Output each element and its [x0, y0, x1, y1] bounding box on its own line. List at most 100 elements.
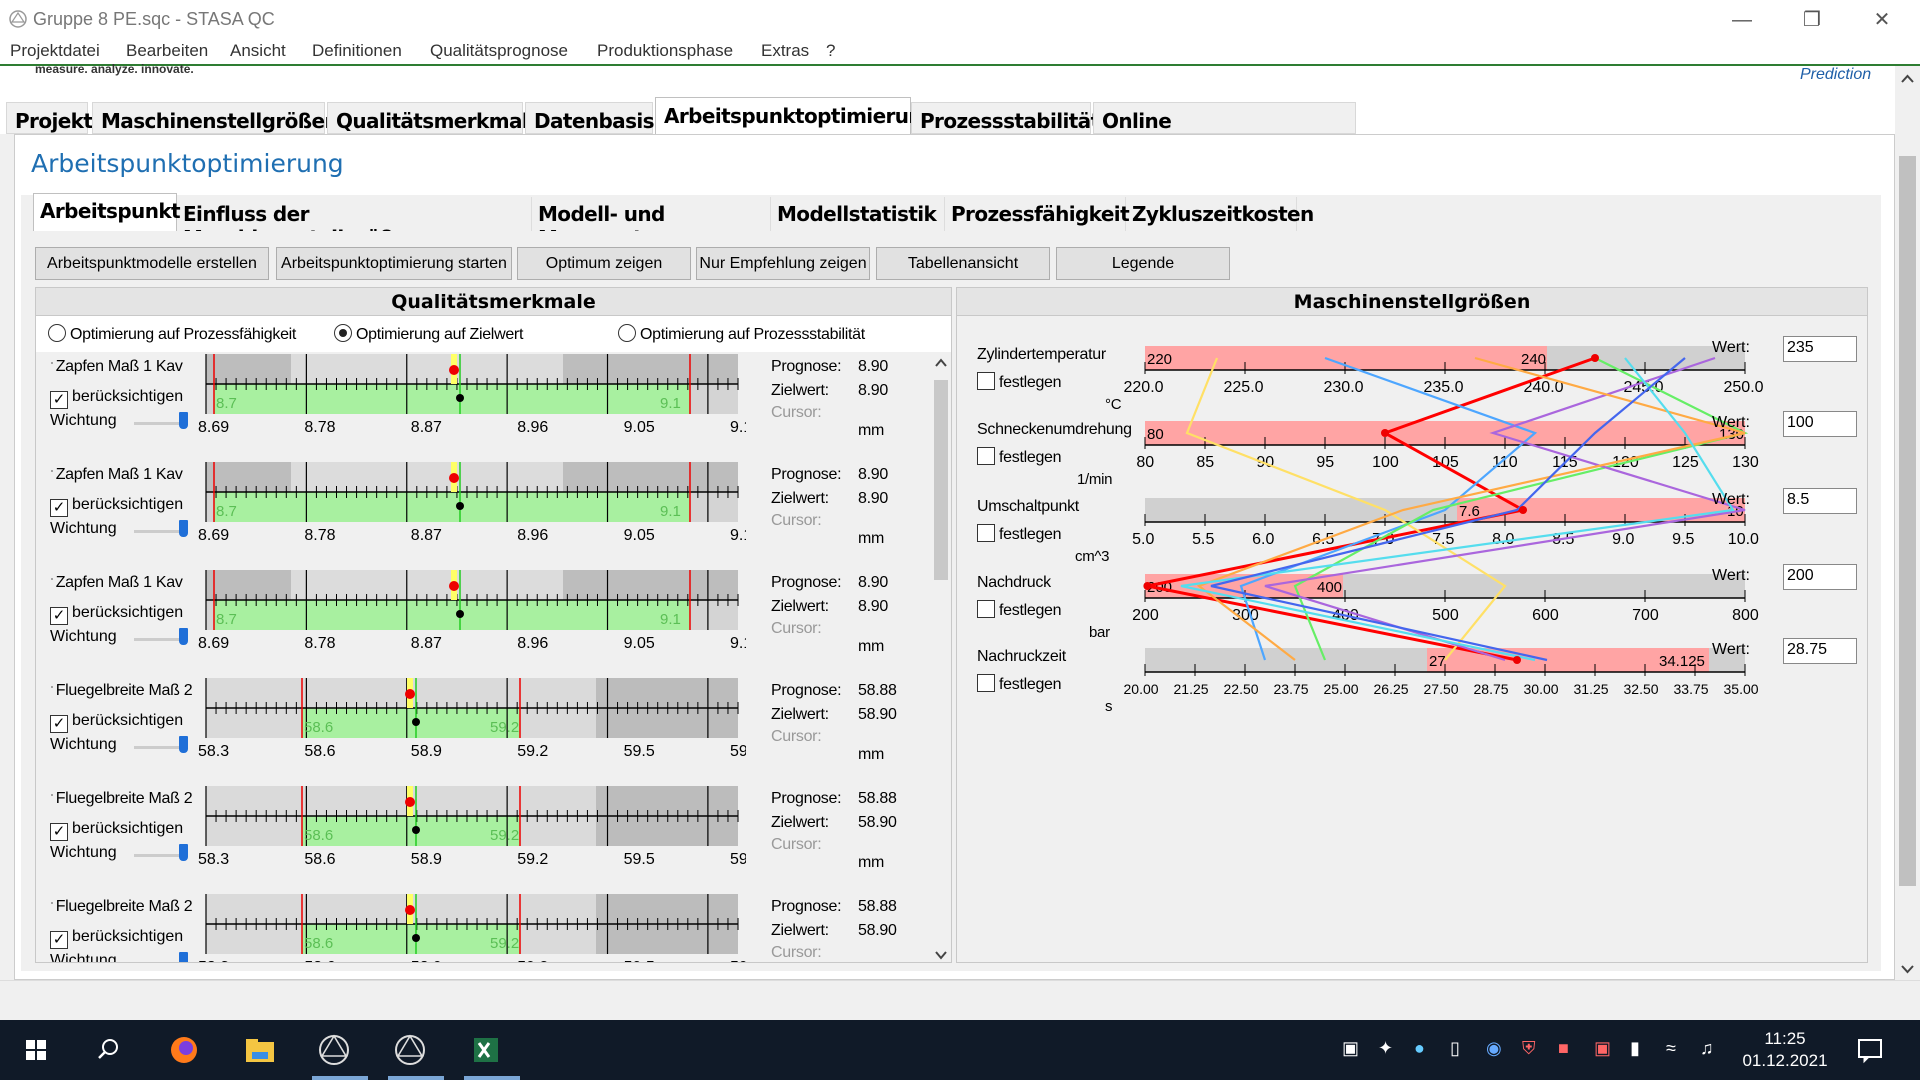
weight-slider-track[interactable]: [134, 638, 182, 641]
tray-app-icon[interactable]: ▣: [1594, 1038, 1611, 1059]
tray-shield-icon[interactable]: ⛨: [1522, 1038, 1536, 1059]
firefox-icon[interactable]: [162, 1030, 206, 1070]
quality-scroll-thumb[interactable]: [934, 380, 948, 580]
quality-scale[interactable]: 58.6 59.2 58.3 58.6 58.9 59.2 59.5 59.8: [196, 676, 746, 760]
consider-checkbox[interactable]: ✓ berücksichtigen: [50, 712, 183, 733]
weight-slider-track[interactable]: [134, 746, 182, 749]
wert-input[interactable]: 200: [1783, 564, 1857, 590]
optimum-zeigen-button[interactable]: Optimum zeigen: [517, 247, 691, 280]
consider-checkbox[interactable]: ✓ berücksichtigen: [50, 388, 183, 409]
checkbox-box[interactable]: ✓: [50, 391, 68, 409]
tray-volume-icon[interactable]: ♫: [1700, 1038, 1714, 1059]
checkbox-box[interactable]: [977, 674, 995, 692]
close-button[interactable]: ✕: [1860, 4, 1904, 36]
weight-slider-thumb[interactable]: [179, 520, 188, 537]
stasa-app-icon-2[interactable]: [388, 1030, 432, 1070]
quality-scale[interactable]: 58.6 59.2 58.3 58.6 58.9 59.2 59.5 59.8: [196, 784, 746, 868]
radio-prozessfaehigkeit[interactable]: Optimierung auf Prozessfähigkeit: [48, 324, 296, 344]
notification-icon[interactable]: [1856, 1036, 1884, 1064]
menu-extras[interactable]: Extras: [761, 41, 809, 61]
window-scroll-thumb[interactable]: [1899, 156, 1916, 886]
weight-slider-track[interactable]: [134, 854, 182, 857]
tab-maschinenstellgroessen[interactable]: Maschinenstellgrößen: [92, 102, 339, 134]
subtab-einfluss[interactable]: Einfluss der Maschinenstellgrößen: [177, 197, 532, 250]
arbeitspunktmodelle-erstellen-button[interactable]: Arbeitspunktmodelle erstellen: [35, 247, 269, 280]
window-scrollbar[interactable]: [1895, 66, 1920, 980]
window-scroll-up-icon[interactable]: [1901, 74, 1914, 84]
tray-globe-icon[interactable]: ◉: [1486, 1038, 1502, 1059]
tray-battery-icon[interactable]: ▮: [1630, 1038, 1640, 1059]
wert-input[interactable]: 235: [1783, 336, 1857, 362]
radio-prozessstabilitaet[interactable]: Optimierung auf Prozessstabilität: [618, 324, 865, 344]
consider-checkbox[interactable]: ✓ berücksichtigen: [50, 820, 183, 841]
quality-scrollbar[interactable]: [931, 352, 951, 962]
scroll-up-icon[interactable]: [935, 358, 947, 368]
checkbox-box[interactable]: [977, 447, 995, 465]
tray-wifi-icon[interactable]: ≈: [1666, 1038, 1676, 1059]
tab-prozessstabilitaet[interactable]: Prozessstabilität: [911, 102, 1100, 134]
weight-slider-track[interactable]: [134, 530, 182, 533]
file-explorer-icon[interactable]: [238, 1030, 282, 1070]
menu-ansicht[interactable]: Ansicht: [230, 41, 286, 61]
minimize-button[interactable]: —: [1720, 4, 1764, 36]
fix-checkbox[interactable]: festlegen: [977, 524, 1062, 544]
quality-scale[interactable]: 8.7 9.1 8.69 8.78 8.87 8.96 9.05 9.14: [196, 460, 746, 544]
subtab-arbeitspunkt[interactable]: Arbeitspunkt: [33, 193, 181, 231]
wert-input[interactable]: 28.75: [1783, 638, 1857, 664]
checkbox-box[interactable]: ✓: [50, 823, 68, 841]
fix-checkbox[interactable]: festlegen: [977, 447, 1062, 467]
subtab-modellstatistik[interactable]: Modellstatistik: [771, 197, 945, 231]
weight-slider-thumb[interactable]: [179, 628, 188, 645]
tray-tool-icon[interactable]: ✦: [1378, 1038, 1393, 1059]
radio-zielwert[interactable]: Optimierung auf Zielwert: [334, 324, 523, 344]
stasa-app-icon[interactable]: [312, 1030, 356, 1070]
legende-button[interactable]: Legende: [1056, 247, 1230, 280]
tab-arbeitspunktoptimierung[interactable]: Arbeitspunktoptimierung: [655, 97, 936, 134]
scroll-down-icon[interactable]: [935, 950, 947, 960]
tabellenansicht-button[interactable]: Tabellenansicht: [876, 247, 1050, 280]
restore-button[interactable]: ❐: [1790, 4, 1834, 36]
tray-security-icon[interactable]: ■: [1558, 1038, 1569, 1059]
menu-produktionsphase[interactable]: Produktionsphase: [597, 41, 733, 61]
checkbox-box[interactable]: [977, 600, 995, 618]
menu-definitionen[interactable]: Definitionen: [312, 41, 402, 61]
weight-slider-thumb[interactable]: [179, 412, 188, 429]
menu-help[interactable]: ?: [826, 41, 835, 61]
consider-checkbox[interactable]: ✓ berücksichtigen: [50, 928, 183, 949]
menu-projektdatei[interactable]: Projektdatei: [10, 41, 100, 61]
quality-scale[interactable]: 8.7 9.1 8.69 8.78 8.87 8.96 9.05 9.14: [196, 568, 746, 652]
excel-icon[interactable]: [464, 1030, 508, 1070]
checkbox-box[interactable]: ✓: [50, 931, 68, 949]
consider-checkbox[interactable]: ✓ berücksichtigen: [50, 604, 183, 625]
window-scroll-down-icon[interactable]: [1901, 964, 1914, 974]
subtab-modell-messwerte[interactable]: Modell- und Messwerte: [532, 197, 771, 250]
weight-slider-track[interactable]: [134, 962, 182, 963]
weight-slider-thumb[interactable]: [179, 736, 188, 753]
checkbox-box[interactable]: ✓: [50, 607, 68, 625]
checkbox-box[interactable]: [977, 372, 995, 390]
tray-network-icon[interactable]: ▣: [1342, 1038, 1359, 1059]
search-icon[interactable]: [86, 1030, 130, 1070]
wert-input[interactable]: 8.5: [1783, 488, 1857, 514]
tray-usb-icon[interactable]: ▯: [1450, 1038, 1460, 1059]
weight-slider-track[interactable]: [134, 422, 182, 425]
subtab-zykluszeitkosten[interactable]: Zykluszeitkosten: [1126, 197, 1314, 231]
tab-qualitaetsmerkmale[interactable]: Qualitätsmerkmale: [327, 102, 542, 134]
fix-checkbox[interactable]: festlegen: [977, 600, 1062, 620]
weight-slider-thumb[interactable]: [179, 844, 188, 861]
weight-slider-thumb[interactable]: [179, 952, 188, 962]
quality-scale[interactable]: 58.6 59.2 58.3 58.6 58.9 59.2 59.5 59.8: [196, 892, 746, 963]
checkbox-box[interactable]: ✓: [50, 715, 68, 733]
fix-checkbox[interactable]: festlegen: [977, 372, 1062, 392]
tray-bluetooth-icon[interactable]: ●: [1414, 1038, 1425, 1059]
checkbox-box[interactable]: [977, 524, 995, 542]
fix-checkbox[interactable]: festlegen: [977, 674, 1062, 694]
wert-input[interactable]: 100: [1783, 411, 1857, 437]
menu-qualitaetsprognose[interactable]: Qualitätsprognose: [430, 41, 568, 61]
quality-scale[interactable]: 8.7 9.1 8.69 8.78 8.87 8.96 9.05 9.14: [196, 352, 746, 436]
clock[interactable]: 11:25 01.12.2021: [1740, 1028, 1830, 1072]
checkbox-box[interactable]: ✓: [50, 499, 68, 517]
subtab-prozessfaehigkeit[interactable]: Prozessfähigkeit: [945, 197, 1130, 231]
arbeitspunktoptimierung-starten-button[interactable]: Arbeitspunktoptimierung starten: [276, 247, 512, 280]
tab-datenbasis[interactable]: Datenbasis: [525, 102, 655, 134]
